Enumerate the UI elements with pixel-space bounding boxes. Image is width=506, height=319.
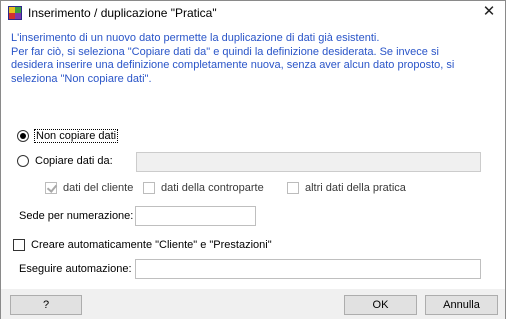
copy-source-field[interactable] [136,152,481,172]
radio-copiare-dati-da[interactable]: Copiare dati da: [17,155,113,167]
info-line: L'inserimento di un nuovo dato permette … [11,32,380,44]
eseguire-field[interactable] [135,259,481,279]
info-line: desidera inserire una definizione comple… [11,59,455,71]
radio-non-copiare-dati[interactable]: Non copiare dati [17,129,119,143]
checkbox-indicator[interactable] [45,182,57,194]
info-line: Per far ciò, si seleziona "Copiare dati … [11,45,439,58]
checkbox-label: Creare automaticamente "Cliente" e "Pres… [31,239,272,251]
cancel-button[interactable]: Annulla [425,295,498,315]
eseguire-label: Eseguire automazione: [19,263,132,275]
checkbox-label: dati del cliente [63,182,134,194]
checkbox-indicator[interactable] [13,239,25,251]
button-bar: ? OK Annulla [1,289,505,319]
check-dati-cliente[interactable]: dati del cliente [45,182,133,194]
help-button[interactable]: ? [10,295,82,315]
ok-button[interactable]: OK [344,295,417,315]
info-text: L'inserimento di un nuovo dato permette … [11,32,491,86]
check-altri-dati-pratica[interactable]: altri dati della pratica [287,182,406,194]
dialog-window: Inserimento / duplicazione "Pratica" ✕ L… [0,0,506,319]
radio-label: Non copiare dati [33,129,119,143]
close-icon[interactable]: ✕ [473,1,505,25]
checkbox-label: altri dati della pratica [305,182,406,194]
checkbox-indicator[interactable] [143,182,155,194]
sede-label: Sede per numerazione: [19,210,134,222]
radio-label: Copiare dati da: [35,155,113,167]
checkbox-label: dati della controparte [161,182,264,194]
window-title: Inserimento / duplicazione "Pratica" [28,6,217,20]
checkbox-indicator[interactable] [287,182,299,194]
check-dati-controparte[interactable]: dati della controparte [143,182,264,194]
check-creare-automaticamente[interactable]: Creare automaticamente "Cliente" e "Pres… [13,239,272,251]
radio-indicator[interactable] [17,155,29,167]
app-icon [8,6,22,20]
info-line: seleziona "Non copiare dati". [11,72,152,85]
title-bar[interactable]: Inserimento / duplicazione "Pratica" ✕ [1,1,505,25]
radio-indicator[interactable] [17,130,29,142]
sede-field[interactable] [135,206,256,226]
